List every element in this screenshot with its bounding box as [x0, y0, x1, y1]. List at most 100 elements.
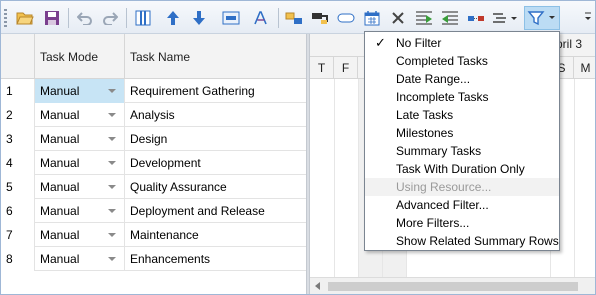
task-mode-value: Manual — [40, 132, 80, 146]
filter-menu-item-label: Advanced Filter... — [396, 198, 489, 212]
task-name-cell[interactable]: Enhancements — [125, 247, 306, 271]
split-task-icon[interactable] — [464, 6, 488, 30]
filter-menu-item[interactable]: ✓ No Filter — [365, 34, 559, 52]
chevron-down-icon[interactable] — [108, 233, 116, 237]
table-row[interactable]: 2 Manual Analysis — [1, 103, 306, 127]
delete-icon[interactable] — [386, 6, 410, 30]
timescale-day: F — [334, 57, 358, 79]
filter-menu-item[interactable]: Show Related Summary Rows — [365, 232, 559, 250]
row-number[interactable]: 2 — [1, 103, 35, 127]
filter-menu-item-label: Late Tasks — [396, 108, 454, 122]
filter-menu-item: Using Resource... — [365, 178, 559, 196]
task-mode-cell[interactable]: Manual — [35, 151, 125, 175]
columns-icon[interactable] — [131, 6, 155, 30]
table-row[interactable]: 5 Manual Quality Assurance — [1, 175, 306, 199]
task-info-icon[interactable] — [219, 6, 243, 30]
grid-empty-area — [1, 274, 306, 294]
redo-icon[interactable] — [98, 6, 122, 30]
toolbar — [1, 1, 595, 34]
filter-menu-item[interactable]: Task With Duration Only — [365, 160, 559, 178]
chevron-down-icon[interactable] — [108, 89, 116, 93]
filter-menu-item[interactable]: Advanced Filter... — [365, 196, 559, 214]
task-grid: Task Mode Task Name 1 Manual Requirement G… — [1, 34, 306, 294]
task-name-cell[interactable]: Deployment and Release — [125, 199, 306, 223]
filter-menu-item-label: Summary Tasks — [396, 144, 482, 158]
chevron-down-icon[interactable] — [108, 137, 116, 141]
table-row[interactable]: 8 Manual Enhancements — [1, 247, 306, 271]
task-mode-value: Manual — [40, 228, 80, 242]
row-number[interactable]: 6 — [1, 199, 35, 223]
timescale-day: T — [310, 57, 334, 79]
task-name-cell[interactable]: Analysis — [125, 103, 306, 127]
inactivate-icon[interactable] — [334, 6, 358, 30]
check-icon: ✓ — [375, 35, 386, 50]
row-number[interactable]: 3 — [1, 127, 35, 151]
toolbar-overflow-icon[interactable] — [584, 10, 592, 24]
table-row[interactable]: 6 Manual Deployment and Release — [1, 199, 306, 223]
font-icon[interactable] — [249, 6, 273, 30]
chevron-down-icon[interactable] — [108, 161, 116, 165]
task-name-cell[interactable]: Requirement Gathering — [125, 79, 306, 103]
open-folder-icon[interactable] — [13, 6, 37, 30]
table-row[interactable]: 1 Manual Requirement Gathering — [1, 79, 306, 103]
table-row[interactable]: 3 Manual Design — [1, 127, 306, 151]
indent-icon[interactable] — [412, 6, 436, 30]
row-number[interactable]: 4 — [1, 151, 35, 175]
task-mode-cell[interactable]: Manual — [35, 199, 125, 223]
row-number[interactable]: 7 — [1, 223, 35, 247]
arrow-up-icon[interactable] — [161, 6, 185, 30]
task-mode-cell[interactable]: Manual — [35, 175, 125, 199]
filter-menu-item[interactable]: Incomplete Tasks — [365, 88, 559, 106]
scrollbar-thumb[interactable] — [328, 282, 578, 291]
task-mode-value: Manual — [40, 180, 80, 194]
filter-menu-item-label: No Filter — [396, 36, 442, 50]
task-mode-cell[interactable]: Manual — [35, 103, 125, 127]
task-name-cell[interactable]: Quality Assurance — [125, 175, 306, 199]
undo-icon[interactable] — [73, 6, 97, 30]
zoom-dropdown-icon[interactable] — [490, 6, 520, 30]
chevron-down-icon[interactable] — [108, 257, 116, 261]
task-name-cell[interactable]: Design — [125, 127, 306, 151]
outdent-icon[interactable] — [438, 6, 462, 30]
table-row[interactable]: 7 Manual Maintenance — [1, 223, 306, 247]
filter-menu-item[interactable]: Date Range... — [365, 70, 559, 88]
filter-menu-item[interactable]: Milestones — [365, 124, 559, 142]
task-mode-cell[interactable]: Manual — [35, 223, 125, 247]
chevron-down-icon[interactable] — [108, 113, 116, 117]
task-mode-cell[interactable]: Manual — [35, 79, 125, 103]
filter-menu-item[interactable]: More Filters... — [365, 214, 559, 232]
link-tasks-icon[interactable] — [282, 6, 306, 30]
toolbar-grip[interactable] — [4, 9, 7, 27]
chevron-down-icon[interactable] — [108, 209, 116, 213]
column-header-task-name[interactable]: Task Name — [125, 34, 306, 79]
filter-menu-item[interactable]: Late Tasks — [365, 106, 559, 124]
row-number[interactable]: 5 — [1, 175, 35, 199]
filter-menu-item-label: Show Related Summary Rows — [396, 234, 559, 248]
task-mode-cell[interactable]: Manual — [35, 127, 125, 151]
task-mode-value: Manual — [40, 156, 80, 170]
timescale-day: M — [574, 57, 595, 79]
calendar-icon[interactable] — [360, 6, 384, 30]
task-name-cell[interactable]: Maintenance — [125, 223, 306, 247]
table-row[interactable]: 4 Manual Development — [1, 151, 306, 175]
task-mode-cell[interactable]: Manual — [35, 247, 125, 271]
row-number[interactable]: 8 — [1, 247, 35, 271]
filter-menu-item-label: Milestones — [396, 126, 454, 140]
chevron-down-icon[interactable] — [108, 185, 116, 189]
grid-header: Task Mode Task Name — [1, 34, 306, 79]
horizontal-scrollbar[interactable] — [310, 277, 595, 294]
column-header-task-mode[interactable]: Task Mode — [35, 34, 125, 79]
arrow-down-icon[interactable] — [187, 6, 211, 30]
filter-menu-item-label: Using Resource... — [396, 180, 492, 194]
task-mode-value: Manual — [40, 204, 80, 218]
unlink-tasks-icon[interactable] — [308, 6, 332, 30]
task-mode-value: Manual — [40, 84, 80, 98]
filter-menu-item[interactable]: Summary Tasks — [365, 142, 559, 160]
scroll-left-icon[interactable] — [315, 282, 320, 290]
row-number[interactable]: 1 — [1, 79, 35, 103]
filter-menu-item-label: Task With Duration Only — [396, 162, 525, 176]
task-name-cell[interactable]: Development — [125, 151, 306, 175]
save-icon[interactable] — [40, 6, 64, 30]
filter-menu-item[interactable]: Completed Tasks — [365, 52, 559, 70]
filter-dropdown-icon[interactable] — [524, 6, 560, 30]
